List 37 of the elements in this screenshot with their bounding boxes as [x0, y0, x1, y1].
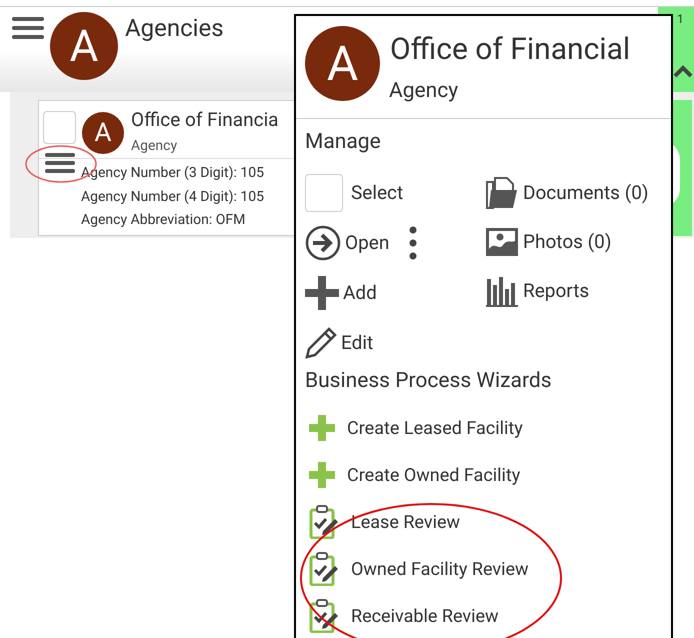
section-heading: Manage	[305, 129, 381, 156]
menu-item[interactable]: Create Leased Facility	[309, 410, 529, 446]
page-title: Agencies	[125, 13, 224, 43]
menu-item[interactable]: Receivable Review	[309, 598, 529, 634]
pencil-icon	[305, 327, 337, 359]
plus-icon	[309, 415, 335, 441]
clipboard-icon	[309, 552, 339, 586]
more-options-icon[interactable]	[409, 226, 418, 260]
folder-icon	[485, 176, 519, 210]
checkbox[interactable]	[43, 111, 76, 144]
menu-item[interactable]: Select	[305, 175, 418, 211]
menu-item[interactable]: Lease Review	[309, 504, 529, 540]
bar-chart-icon	[485, 275, 519, 307]
chevron-up-icon[interactable]	[673, 64, 693, 78]
menu-item[interactable]: Create Owned Facility	[309, 457, 529, 493]
agency-name[interactable]: Office of Financia	[131, 108, 279, 132]
menu-item[interactable]: Photos (0)	[485, 224, 648, 260]
menu-title: Office of Financial	[390, 31, 630, 69]
menu-item[interactable]: Documents (0)	[485, 175, 648, 211]
agency-field: Agency Number (4 Digit): 105	[81, 186, 264, 209]
section-heading: Business Process Wizards	[305, 368, 552, 395]
menu-item[interactable]: Owned Facility Review	[309, 551, 529, 587]
menu-item[interactable]: Add	[305, 275, 418, 311]
menu-icon[interactable]	[12, 17, 44, 39]
checkbox[interactable]	[305, 174, 343, 212]
menu-item[interactable]: Open	[305, 225, 418, 261]
menu-item[interactable]: Edit	[305, 325, 418, 361]
menu-subtitle: Agency	[389, 78, 458, 105]
plus-icon	[305, 276, 339, 310]
count-label: 1	[677, 12, 684, 26]
agency-field: Agency Abbreviation: OFM	[81, 209, 264, 232]
plus-icon	[309, 462, 335, 488]
image-icon	[485, 227, 519, 257]
agency-type: Agency	[131, 137, 178, 155]
menu-item[interactable]: Reports	[485, 273, 648, 309]
menu-icon[interactable]	[45, 153, 75, 173]
arrow-circle-icon	[305, 225, 341, 261]
